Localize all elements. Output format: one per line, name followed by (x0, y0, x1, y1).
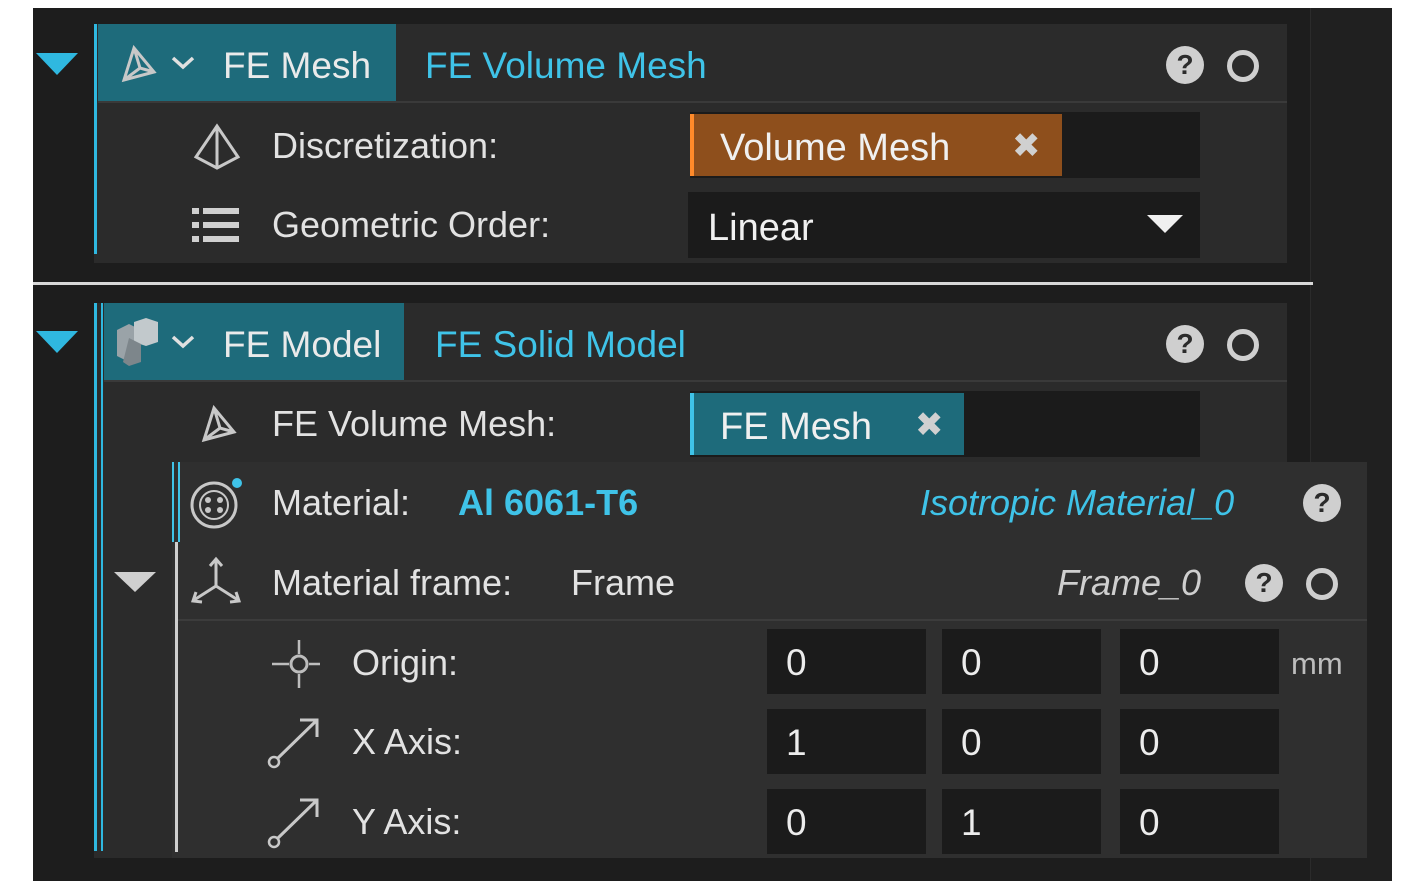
header-divider (98, 101, 1287, 103)
fe-mesh-tag-text: FE Mesh (720, 406, 873, 448)
frame-divider (178, 619, 1367, 621)
chevron-down-icon[interactable] (170, 333, 196, 356)
material-icon (190, 478, 242, 535)
material-frame-value: Frame (571, 562, 676, 603)
material-type-link[interactable]: Isotropic Material_0 (920, 485, 1234, 521)
help-icon[interactable]: ? (1303, 484, 1341, 522)
list-icon (192, 207, 240, 248)
y-axis-x-input[interactable]: 0 (767, 789, 926, 854)
axis-arrow-icon (266, 796, 322, 855)
material-value-link[interactable]: Al 6061-T6 (458, 485, 638, 521)
material-frame-label: Material frame: (272, 562, 513, 603)
fe-volume-mesh-label: FE Volume Mesh: (272, 403, 557, 444)
status-ring-icon[interactable] (1227, 50, 1259, 82)
material-label: Material: (272, 482, 411, 523)
header-divider (104, 380, 1287, 382)
origin-icon (270, 638, 322, 695)
mesh-icon (196, 404, 238, 449)
collapse-mesh-triangle[interactable] (36, 53, 78, 75)
chevron-down-icon[interactable] (170, 54, 196, 77)
x-axis-x-input[interactable]: 1 (767, 709, 926, 774)
geometric-order-label: Geometric Order: (272, 204, 551, 245)
status-ring-icon[interactable] (1227, 329, 1259, 361)
material-accent-outer (172, 462, 174, 542)
frame-axes-icon (188, 556, 244, 613)
mesh-icon (116, 44, 158, 89)
mesh-name-link[interactable]: FE Volume Mesh (425, 47, 707, 84)
remove-tag-icon[interactable]: ✖ (915, 405, 944, 445)
x-axis-y-input[interactable]: 0 (942, 709, 1101, 774)
discretization-label: Discretization: (272, 125, 499, 166)
volume-mesh-tag-text: Volume Mesh (720, 127, 951, 169)
frame-name-link[interactable]: Frame_0 (1057, 565, 1201, 601)
model-panel-accent-line-outer (94, 303, 97, 851)
model-type-label: FE Model (223, 324, 382, 365)
origin-z-input[interactable]: 0 (1120, 629, 1279, 694)
collapse-frame-triangle[interactable] (114, 572, 156, 592)
y-axis-label: Y Axis: (352, 801, 462, 842)
pyramid-icon (192, 123, 242, 176)
origin-y-input[interactable]: 0 (942, 629, 1101, 694)
solid-model-icon (114, 318, 160, 373)
origin-unit: mm (1291, 646, 1343, 681)
x-axis-label: X Axis: (352, 721, 463, 762)
origin-label: Origin: (352, 642, 459, 683)
y-axis-z-input[interactable]: 0 (1120, 789, 1279, 854)
mesh-type-label: FE Mesh (223, 45, 372, 86)
model-name-link[interactable]: FE Solid Model (435, 326, 686, 363)
axis-arrow-icon (266, 716, 322, 775)
model-panel-accent-line-inner (101, 303, 103, 851)
block-separator (33, 282, 1313, 285)
help-icon[interactable]: ? (1245, 564, 1283, 602)
dropdown-arrow-icon[interactable] (1147, 215, 1183, 238)
help-icon[interactable]: ? (1166, 325, 1204, 363)
material-accent-inner (178, 462, 180, 542)
mesh-panel-accent-line (94, 24, 97, 254)
status-ring-icon[interactable] (1306, 568, 1338, 600)
frame-group-line (175, 542, 178, 852)
collapse-model-triangle[interactable] (36, 331, 78, 353)
remove-tag-icon[interactable]: ✖ (1012, 126, 1041, 166)
y-axis-y-input[interactable]: 1 (942, 789, 1101, 854)
help-icon[interactable]: ? (1166, 46, 1204, 84)
x-axis-z-input[interactable]: 0 (1120, 709, 1279, 774)
geometric-order-value: Linear (708, 207, 814, 249)
origin-x-input[interactable]: 0 (767, 629, 926, 694)
